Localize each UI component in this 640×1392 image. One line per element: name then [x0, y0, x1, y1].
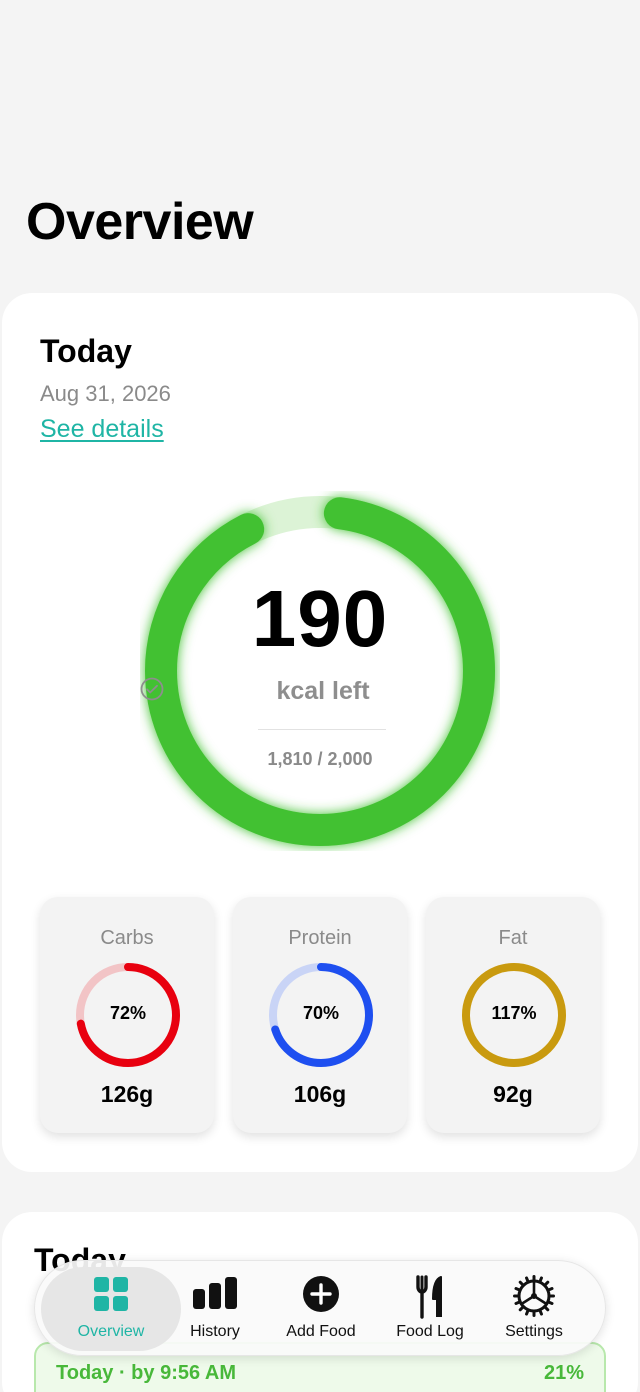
macro-name: Protein [288, 927, 352, 949]
macro-percent: 70% [302, 1003, 340, 1023]
bar-chart-icon [191, 1275, 239, 1316]
macro-grams: 106g [293, 1081, 347, 1107]
macro-percent: 72% [109, 1003, 147, 1023]
gear-tooth [538, 1276, 543, 1284]
tab-add-food[interactable]: Add Food [275, 1261, 367, 1357]
tab-history[interactable]: History [175, 1261, 255, 1357]
tab-label: Food Log [396, 1323, 464, 1340]
gear-tooth [543, 1305, 550, 1312]
page-title: Overview [26, 193, 254, 251]
macro-percent: 117% [491, 1003, 537, 1023]
gear-tooth [518, 1305, 525, 1312]
macro-name: Carbs [100, 927, 154, 949]
kcal-left-label: kcal left [140, 677, 500, 706]
progress-label: Today · by 9:56 AM [56, 1362, 237, 1384]
gear-tooth [546, 1287, 554, 1292]
calorie-ring: 190 kcal left 1,810 / 2,000 [140, 491, 500, 851]
kcal-divider [258, 729, 386, 730]
tab-label: Overview [77, 1323, 145, 1340]
progress-percent: 21% [543, 1362, 584, 1384]
macro-name: Fat [498, 927, 528, 949]
gear-tooth [543, 1280, 550, 1287]
macro-ring: 70% [268, 962, 374, 1068]
tab-label: Settings [505, 1323, 563, 1340]
macro-card-protein[interactable]: Protein 70% 106g [233, 897, 407, 1133]
kcal-ratio: 1,810 / 2,000 [267, 749, 373, 769]
macro-card-fat[interactable]: Fat 117% 92g [426, 897, 600, 1133]
gear-tooth [514, 1287, 522, 1292]
gear-icon [513, 1275, 555, 1322]
today-summary-card: Today Aug 31, 2026 See details 190 kcal … [2, 293, 638, 1172]
see-details-link[interactable]: See details [40, 415, 164, 444]
tab-food-log[interactable]: Food Log [385, 1261, 475, 1357]
tab-label: History [190, 1323, 240, 1340]
kcal-left-text: kcal left [276, 677, 370, 705]
fork-knife-icon [415, 1275, 445, 1324]
summary-date: Aug 31, 2026 [40, 381, 171, 406]
calorie-ring-graphic [145, 496, 495, 846]
tab-overview[interactable]: Overview [41, 1267, 181, 1351]
gear-tooth [525, 1308, 530, 1316]
tab-bar: Overview History Add Food Food Log Setti… [34, 1260, 606, 1356]
macro-grams: 92g [493, 1081, 533, 1107]
macro-ring: 117% [461, 962, 567, 1068]
macro-grams: 126g [100, 1081, 154, 1107]
tab-label: Add Food [286, 1323, 356, 1340]
calorie-ring-progress [145, 496, 495, 846]
summary-title: Today [40, 333, 132, 369]
kcal-left-value: 190 [251, 574, 389, 663]
gear-tooth [518, 1280, 525, 1287]
gear-tooth [546, 1300, 554, 1305]
gear-tooth [538, 1308, 543, 1316]
plus-circle-icon [302, 1275, 340, 1318]
macro-ring: 72% [75, 962, 181, 1068]
grid-icon [92, 1275, 130, 1318]
tab-settings[interactable]: Settings [491, 1261, 577, 1357]
macro-card-carbs[interactable]: Carbs 72% 126g [40, 897, 214, 1133]
gear-tooth [514, 1300, 522, 1305]
gear-tooth [525, 1276, 530, 1284]
